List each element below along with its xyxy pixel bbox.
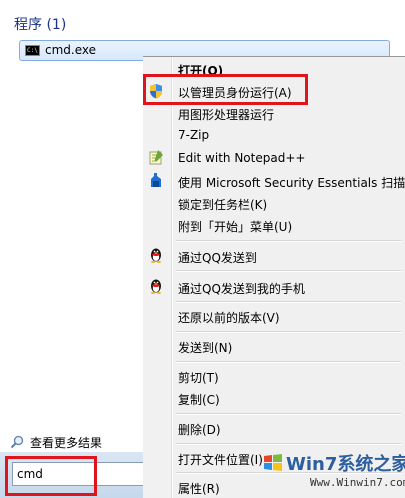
- menu-item-send-to[interactable]: 发送到(N): [178, 339, 232, 356]
- search-highlight-annotation: [5, 456, 97, 496]
- menu-item-open-file-location[interactable]: 打开文件位置(I): [178, 451, 263, 468]
- cmd-icon: C:\: [25, 45, 40, 56]
- menu-separator: [176, 361, 401, 363]
- menu-item-properties[interactable]: 属性(R): [178, 480, 220, 497]
- context-menu-gutter-divider: [171, 57, 173, 498]
- menu-separator: [176, 301, 401, 303]
- menu-item-pin-to-taskbar[interactable]: 锁定到任务栏(K): [178, 196, 267, 213]
- menu-item-cut[interactable]: 剪切(T): [178, 369, 219, 386]
- run-as-admin-highlight-annotation: [143, 74, 308, 105]
- menu-item-send-via-qq[interactable]: 通过QQ发送到: [178, 249, 257, 266]
- menu-item-pin-to-start[interactable]: 附到「开始」菜单(U): [178, 218, 292, 235]
- programs-section-header: 程序 (1): [14, 17, 67, 33]
- menu-separator: [176, 413, 401, 415]
- watermark: Win7系统之家 Www.Winwin7.com: [262, 446, 405, 498]
- menu-item-restore-previous-versions[interactable]: 还原以前的版本(V): [178, 309, 280, 326]
- notepad-plus-plus-icon: [149, 150, 163, 165]
- search-result-label: cmd.exe: [45, 43, 97, 57]
- menu-separator: [176, 331, 401, 333]
- menu-item-mse-scan[interactable]: 使用 Microsoft Security Essentials 扫描...: [178, 174, 405, 191]
- watermark-brand: Win7系统之家: [286, 454, 405, 475]
- menu-item-send-via-qq-phone[interactable]: 通过QQ发送到我的手机: [178, 280, 305, 297]
- security-essentials-icon: [151, 173, 161, 187]
- menu-item-run-with-gpu[interactable]: 用图形处理器运行: [178, 106, 274, 123]
- see-more-results-label: 查看更多结果: [30, 436, 103, 450]
- menu-item-delete[interactable]: 删除(D): [178, 421, 221, 438]
- menu-item-edit-notepad-plus-plus[interactable]: Edit with Notepad++: [178, 151, 305, 165]
- windows-logo-icon: [264, 454, 282, 471]
- menu-separator: [176, 240, 401, 242]
- qq-penguin-icon: [151, 248, 161, 263]
- menu-separator: [176, 443, 401, 445]
- watermark-url: Www.Winwin7.com: [310, 476, 405, 489]
- menu-item-copy[interactable]: 复制(C): [178, 391, 220, 408]
- qq-penguin-icon: [151, 279, 161, 294]
- magnifier-icon: [10, 435, 24, 449]
- menu-separator: [176, 270, 401, 272]
- menu-item-7zip[interactable]: 7-Zip: [178, 128, 209, 142]
